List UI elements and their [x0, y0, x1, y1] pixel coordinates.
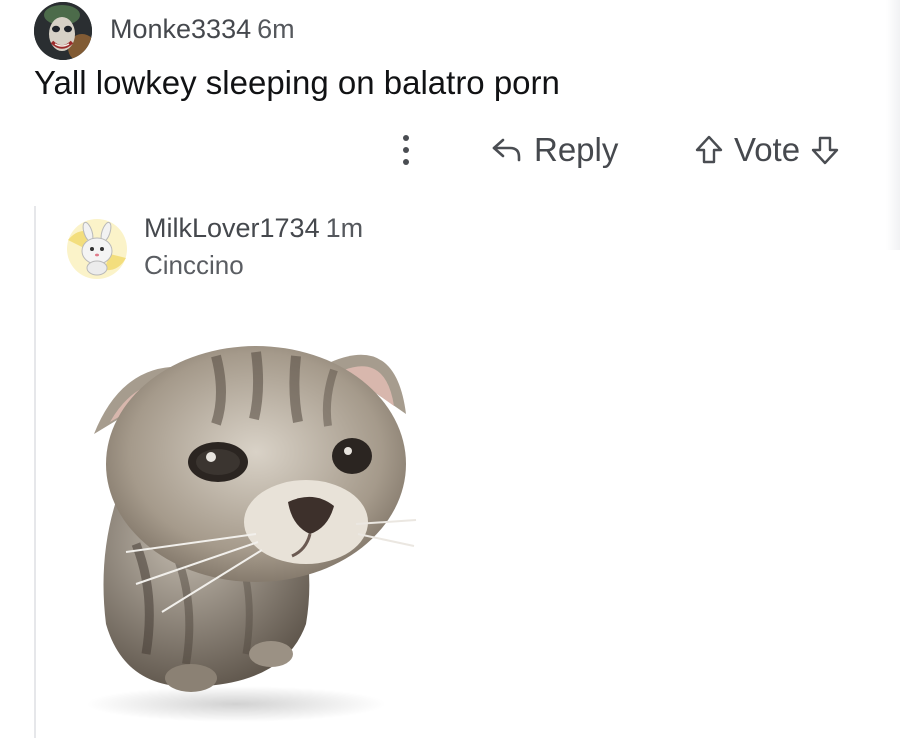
reply-avatar[interactable] [66, 218, 128, 280]
more-vertical-icon [403, 135, 409, 165]
cinccino-avatar-icon [67, 219, 127, 279]
upvote-arrow-icon [695, 135, 723, 164]
reply-arrow-icon [492, 138, 521, 162]
more-options-button[interactable] [394, 130, 418, 170]
vote-label: Vote [734, 131, 801, 168]
reply-meta: MilkLover1734 1m [144, 213, 363, 244]
avatar[interactable] [34, 2, 92, 60]
reply-author[interactable]: MilkLover1734 [144, 213, 320, 243]
comment-author[interactable]: Monke3334 [110, 14, 251, 44]
vote-controls: Vote [694, 130, 840, 170]
comment-body: Yall lowkey sleeping on balatro porn [34, 64, 560, 101]
upvote-button[interactable] [694, 134, 724, 166]
comment-time: 6m [257, 14, 295, 44]
thread-line[interactable] [34, 206, 36, 738]
user-flair: Cinccino [144, 250, 244, 280]
reply-comment: MilkLover1734 1m Cinccino [34, 206, 900, 738]
reply-button[interactable]: Reply [490, 130, 618, 170]
reply-label: Reply [534, 131, 619, 168]
comment-actions: Reply Vote [0, 128, 900, 172]
joker-avatar-icon [34, 2, 92, 60]
reply-time: 1m [325, 213, 364, 243]
kitten-photo[interactable] [66, 294, 434, 730]
downvote-button[interactable] [810, 134, 840, 166]
comment-meta: Monke3334 6m [110, 14, 295, 45]
downvote-arrow-icon [811, 136, 839, 165]
